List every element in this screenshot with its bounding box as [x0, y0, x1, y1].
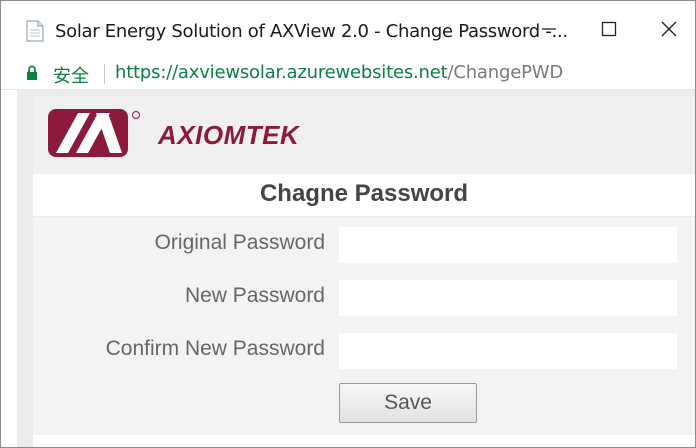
browser-window: Solar Energy Solution of AXView 2.0 - Ch…: [0, 0, 696, 448]
confirm-password-input[interactable]: [339, 333, 677, 369]
heading-section: Chagne Password: [33, 174, 695, 216]
confirm-password-label: Confirm New Password: [105, 337, 325, 360]
url-host: https://axviewsolar.azurewebsites.net: [115, 62, 448, 83]
maximize-icon: [601, 21, 617, 42]
new-password-label: New Password: [184, 284, 325, 307]
lock-icon[interactable]: [26, 65, 38, 81]
title-bar: Solar Energy Solution of AXView 2.0 - Ch…: [1, 1, 695, 59]
minimize-icon: [541, 21, 557, 42]
change-password-form: Original Password New Password Confirm N…: [33, 217, 695, 435]
close-button[interactable]: [649, 13, 689, 49]
page-title: Chagne Password: [259, 180, 469, 207]
brand-logo-text: AXIOMTEK: [158, 120, 300, 150]
original-password-label: Original Password: [154, 231, 325, 254]
window-title: Solar Energy Solution of AXView 2.0 - Ch…: [55, 21, 568, 42]
save-button[interactable]: Save: [339, 383, 477, 423]
axiomtek-logo-icon: [48, 109, 146, 162]
close-icon: [661, 21, 677, 42]
address-separator: [104, 64, 105, 84]
minimize-button[interactable]: [529, 13, 569, 49]
maximize-button[interactable]: [589, 13, 629, 49]
url-path: /ChangePWD: [447, 62, 563, 83]
secure-label[interactable]: 安全: [53, 62, 89, 88]
document-icon: [26, 20, 44, 42]
url-field[interactable]: https://axviewsolar.azurewebsites.net/Ch…: [115, 62, 563, 83]
original-password-input[interactable]: [339, 227, 677, 263]
bottom-strip: [33, 435, 695, 447]
logo-header: AXIOMTEK: [33, 96, 695, 174]
page-content: AXIOMTEK Chagne Password Original Passwo…: [17, 90, 695, 447]
new-password-input[interactable]: [339, 280, 677, 316]
address-bar[interactable]: 安全 https://axviewsolar.azurewebsites.net…: [1, 59, 695, 90]
